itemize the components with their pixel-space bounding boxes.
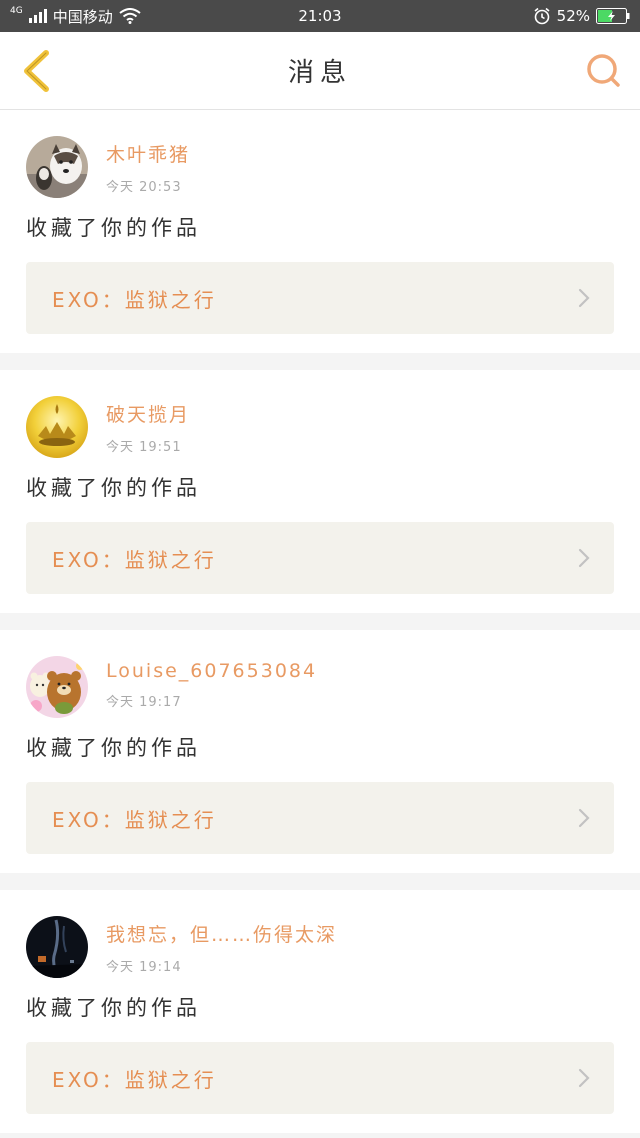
message-card: Louise_607653084 今天 19:17 收藏了你的作品 EXO：监狱… [0, 630, 640, 873]
username[interactable]: 我想忘，但……伤得太深 [106, 920, 337, 947]
chevron-right-icon [578, 808, 590, 828]
work-link[interactable]: EXO：监狱之行 [26, 522, 614, 594]
chevron-right-icon [578, 288, 590, 308]
battery-percent: 52% [556, 7, 590, 25]
search-icon [587, 53, 620, 87]
chevron-right-icon [578, 1068, 590, 1088]
network-type: 4G [10, 5, 23, 16]
back-button[interactable] [16, 47, 56, 95]
username[interactable]: 木叶乖猪 [106, 140, 190, 167]
status-left: 4G 中国移动 [10, 6, 141, 27]
chevron-right-icon [578, 548, 590, 568]
username[interactable]: 破天揽月 [106, 400, 190, 427]
status-bar: 4G 中国移动 21:03 52% [0, 0, 640, 32]
message-card: 我想忘，但……伤得太深 今天 19:14 收藏了你的作品 EXO：监狱之行 [0, 890, 640, 1133]
status-right: 52% [533, 7, 630, 25]
action-text: 收藏了你的作品 [26, 216, 201, 240]
avatar[interactable] [26, 916, 88, 978]
nav-bar: 消息 [0, 32, 640, 110]
work-title: EXO：监狱之行 [52, 807, 217, 832]
message-time: 今天 20:53 [106, 180, 182, 195]
back-chevron-icon [24, 49, 49, 92]
work-link[interactable]: EXO：监狱之行 [26, 262, 614, 334]
signal-icon [28, 9, 47, 23]
action-text: 收藏了你的作品 [26, 736, 201, 760]
work-link[interactable]: EXO：监狱之行 [26, 1042, 614, 1114]
message-time: 今天 19:51 [106, 440, 182, 455]
carrier-name: 中国移动 [52, 7, 113, 26]
work-title: EXO：监狱之行 [52, 1067, 217, 1092]
battery-icon [596, 8, 630, 24]
action-text: 收藏了你的作品 [26, 996, 201, 1020]
work-title: EXO：监狱之行 [52, 287, 217, 312]
username[interactable]: Louise_607653084 [106, 660, 317, 682]
avatar[interactable] [26, 136, 88, 198]
message-time: 今天 19:14 [106, 960, 182, 975]
message-list: 木叶乖猪 今天 20:53 收藏了你的作品 EXO：监狱之行 破天揽月 今天 1… [0, 110, 640, 1133]
message-card: 木叶乖猪 今天 20:53 收藏了你的作品 EXO：监狱之行 [0, 110, 640, 353]
search-button[interactable] [584, 47, 624, 95]
avatar[interactable] [26, 396, 88, 458]
work-link[interactable]: EXO：监狱之行 [26, 782, 614, 854]
action-text: 收藏了你的作品 [26, 476, 201, 500]
avatar[interactable] [26, 656, 88, 718]
wifi-icon [119, 8, 141, 24]
work-title: EXO：监狱之行 [52, 547, 217, 572]
page-title: 消息 [287, 58, 352, 88]
message-card: 破天揽月 今天 19:51 收藏了你的作品 EXO：监狱之行 [0, 370, 640, 613]
message-time: 今天 19:17 [106, 695, 182, 710]
alarm-icon [534, 7, 550, 25]
